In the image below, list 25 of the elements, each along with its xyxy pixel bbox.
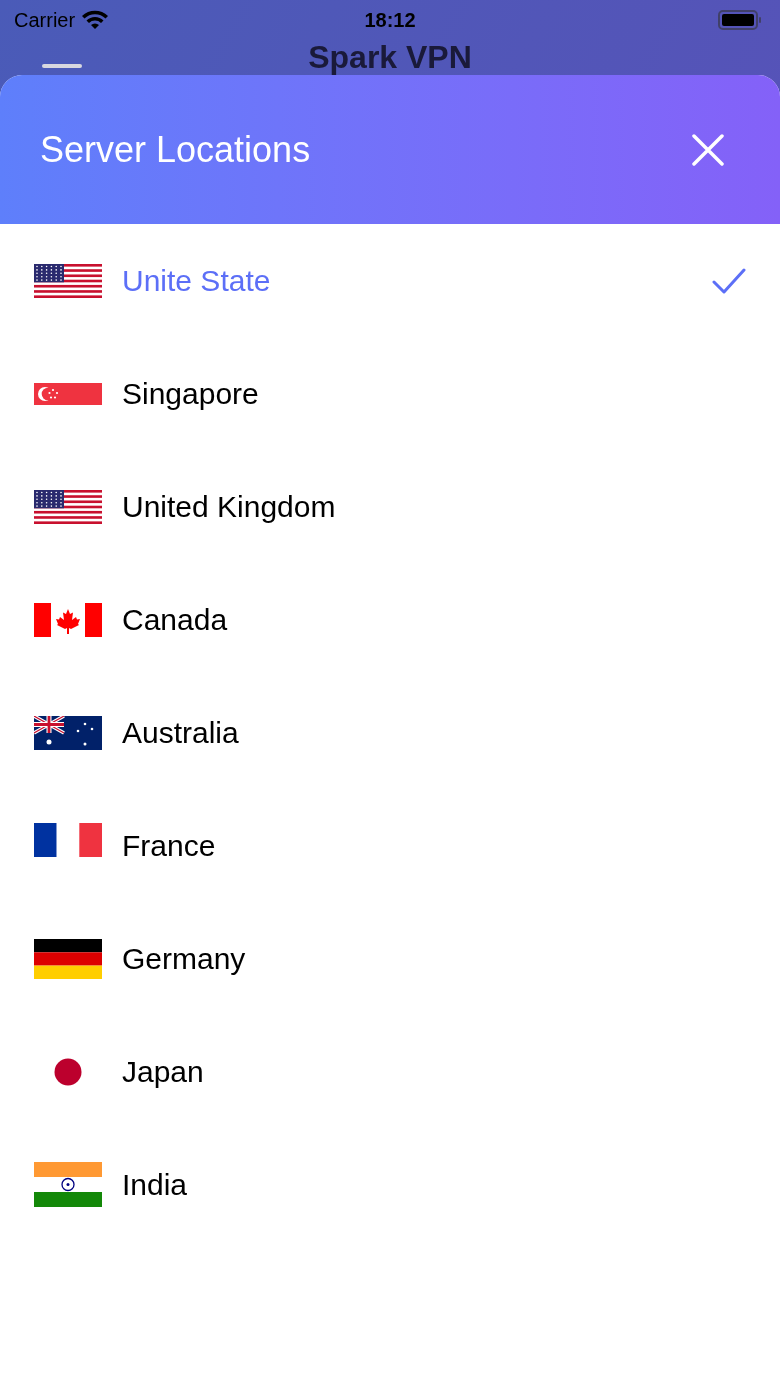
location-name: Canada xyxy=(122,602,228,638)
app-title: Spark VPN xyxy=(308,41,472,73)
flag-icon xyxy=(34,1162,102,1207)
location-name: India xyxy=(122,1167,188,1203)
location-name: France xyxy=(122,828,216,864)
checkmark-icon xyxy=(712,266,746,295)
location-name: United Kingdom xyxy=(122,489,336,525)
battery-icon xyxy=(718,10,762,30)
close-icon xyxy=(692,133,724,166)
flag-icon xyxy=(34,382,102,405)
flag-icon xyxy=(34,263,102,298)
flag-icon xyxy=(34,602,102,637)
flag-icon xyxy=(34,489,102,524)
wifi-icon xyxy=(81,10,110,30)
carrier-label: Carrier xyxy=(14,8,76,33)
location-name: Unite State xyxy=(122,263,271,299)
location-name: Germany xyxy=(122,941,246,977)
location-name: Australia xyxy=(122,715,239,751)
clock: 18:12 xyxy=(364,8,416,33)
sheet-title: Server Locations xyxy=(40,127,311,172)
menu-icon[interactable] xyxy=(42,64,82,68)
location-name: Singapore xyxy=(122,376,259,412)
flag-icon xyxy=(34,715,102,750)
flag-icon xyxy=(34,938,102,979)
location-name: Japan xyxy=(122,1054,204,1090)
